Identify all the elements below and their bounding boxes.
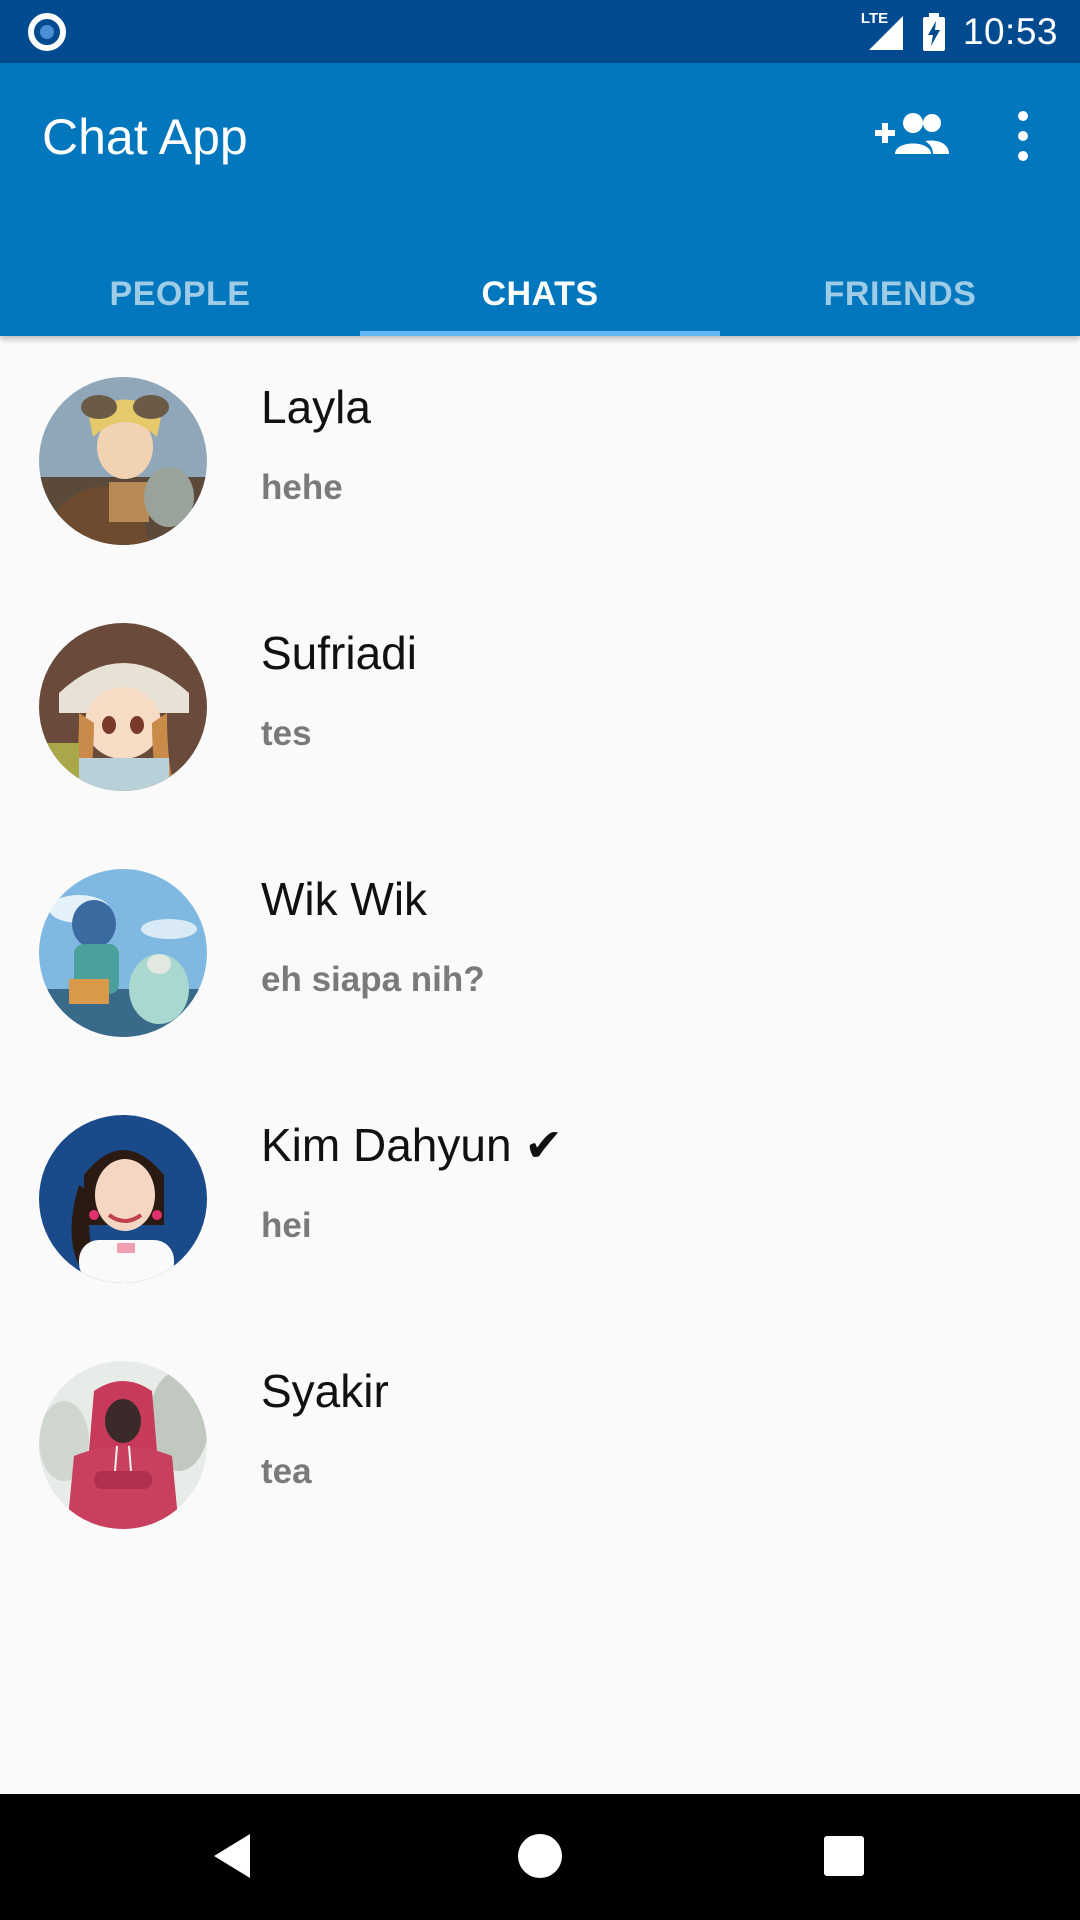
avatar [39, 1361, 207, 1529]
chat-last-message: tea [261, 1452, 312, 1491]
tab-bar: PEOPLE CHATS FRIENDS [0, 253, 1080, 336]
signal-lte-icon: LTE [859, 10, 905, 52]
chat-last-message: hehe [261, 468, 343, 507]
app-bar: Chat App PEOPLE CHATS FRIENDS [0, 63, 1080, 336]
chat-list-item[interactable]: Sufriadi tes [0, 582, 1080, 828]
avatar [39, 1115, 207, 1283]
chat-list-item[interactable]: Kim Dahyun ✔ hei [0, 1074, 1080, 1320]
recent-apps-icon[interactable] [824, 1836, 864, 1876]
add-friend-icon[interactable] [875, 110, 949, 158]
chat-list-item[interactable]: Wik Wik eh siapa nih? [0, 828, 1080, 1074]
tab-friends[interactable]: FRIENDS [720, 253, 1080, 336]
more-vert-icon[interactable] [1005, 108, 1041, 164]
tab-chats[interactable]: CHATS [360, 253, 720, 336]
chat-name: Kim Dahyun ✔ [261, 1119, 563, 1171]
tab-people[interactable]: PEOPLE [0, 253, 360, 336]
battery-charging-icon [922, 12, 945, 51]
chat-last-message: hei [261, 1206, 312, 1245]
app-title: Chat App [42, 109, 248, 165]
home-icon[interactable] [518, 1834, 562, 1878]
chat-name: Wik Wik [261, 873, 428, 925]
clock: 10:53 [962, 10, 1058, 52]
chat-last-message: tes [261, 714, 312, 753]
navigation-bar [0, 1794, 1080, 1920]
chat-list: Layla hehe Sufriadi tes Wik Wik eh siapa… [0, 336, 1080, 1566]
avatar [39, 869, 207, 1037]
avatar [39, 623, 207, 791]
chat-list-item[interactable]: Syakir tea [0, 1320, 1080, 1566]
chat-list-item[interactable]: Layla hehe [0, 336, 1080, 582]
status-bar: LTE 10:53 [0, 0, 1080, 63]
chat-name: Syakir [261, 1365, 389, 1417]
chat-name: Sufriadi [261, 627, 417, 679]
chat-last-message: eh siapa nih? [261, 960, 485, 999]
avatar [39, 377, 207, 545]
back-icon[interactable] [212, 1832, 252, 1880]
chat-name: Layla [261, 381, 371, 433]
app-indicator-icon [28, 12, 66, 51]
